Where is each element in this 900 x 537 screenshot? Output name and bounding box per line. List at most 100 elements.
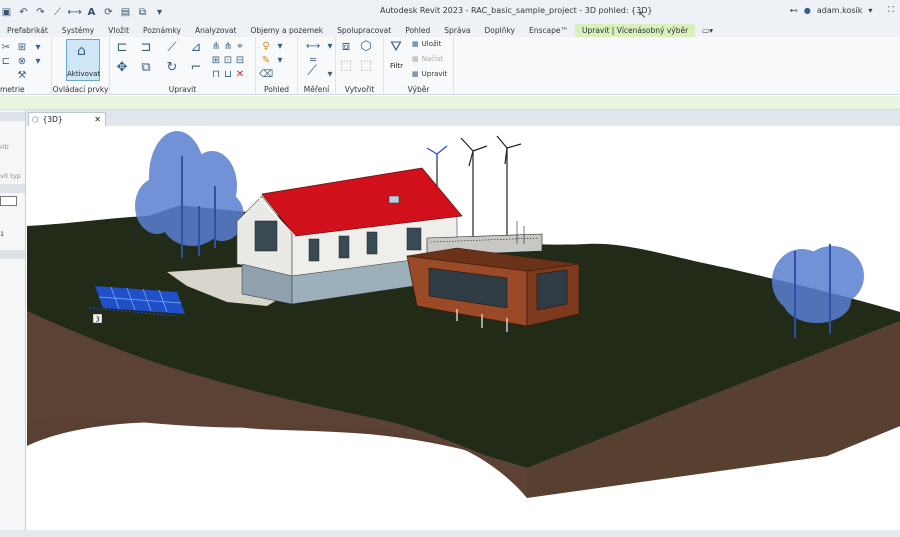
wall-join-icon[interactable]: ⊏	[0, 55, 12, 67]
panel-view: ♀ ▾ ✎ ▾ ⌫ Pohled	[256, 37, 298, 95]
view-tab-3d[interactable]: ⬡ {3D} ✕	[28, 112, 106, 126]
properties-header	[0, 112, 25, 121]
panel-label-measure: Měření	[303, 85, 330, 94]
ribbon-tab[interactable]: Prefabrikát	[0, 24, 55, 37]
pin-icon[interactable]: ⌖	[234, 40, 246, 52]
chevron-down-icon[interactable]: ▾	[274, 54, 286, 66]
ribbon-tab[interactable]: Poznámky	[136, 24, 188, 37]
edit-selection-button[interactable]: ▦ Upravit	[412, 70, 447, 78]
chevron-down-icon[interactable]: ▾	[324, 40, 336, 52]
ribbon-tab[interactable]: Enscape™	[522, 24, 575, 37]
create-parts-icon[interactable]: ⬡	[360, 39, 372, 54]
3d-viewport[interactable]: 3	[27, 126, 900, 530]
edit-selection-label: Upravit	[421, 70, 448, 78]
switch-windows-icon[interactable]: ⧉	[136, 6, 149, 19]
split-gap-icon[interactable]: ⋔	[222, 40, 234, 52]
rotate-icon[interactable]: ↻	[166, 60, 178, 75]
trim-icon[interactable]: ⌐	[190, 60, 202, 75]
view-tab-label: {3D}	[42, 115, 63, 124]
chevron-down-icon[interactable]: ▾	[324, 68, 336, 80]
ribbon-tab[interactable]: Spolupracovat	[330, 24, 398, 37]
user-name[interactable]: adam.kosik	[817, 6, 862, 15]
view-tab-bar: ⬡ {3D} ✕	[0, 110, 900, 126]
save-icon[interactable]: ▣	[0, 6, 13, 19]
quick-access-toolbar: ▣ ↶ ↷ ⟋ ⟷ A ⟳ ▤ ⧉ ▾	[0, 0, 166, 24]
type-selector[interactable]: riti	[0, 143, 25, 151]
user-icon[interactable]: ●	[804, 6, 811, 15]
panel-label-selection: Výběr	[407, 85, 430, 94]
join-icon[interactable]: ⊞	[16, 41, 28, 53]
binoculars-icon[interactable]: ⊷	[790, 6, 798, 15]
model-scene[interactable]: 3	[27, 126, 900, 530]
copy-icon[interactable]: ⧉	[140, 60, 152, 75]
redo-icon[interactable]: ↷	[34, 6, 47, 19]
lightbulb-icon[interactable]: ♀	[260, 40, 272, 52]
move-icon[interactable]: ✥	[116, 60, 128, 75]
create-similar-icon[interactable]: ⬚	[360, 58, 372, 73]
split-icon[interactable]: ⋔	[210, 40, 222, 52]
ribbon-tab[interactable]: Vložit	[101, 24, 136, 37]
property-field[interactable]	[0, 196, 17, 206]
demolish-icon[interactable]: ⚒	[16, 69, 28, 81]
tab-overflow-icon[interactable]: ▭▾	[695, 24, 720, 37]
array-icon[interactable]: ⊞	[210, 54, 222, 66]
activate-controls-button[interactable]: ⌂ Aktivovat	[66, 39, 100, 81]
sync-icon[interactable]: ⟳	[102, 6, 115, 19]
align-icon[interactable]: ⊏	[116, 40, 128, 55]
unpin-icon[interactable]: ⊟	[234, 54, 246, 66]
edit-type-button[interactable]: vit typ	[0, 172, 25, 180]
spot-elevation-icon[interactable]: ⟋	[306, 63, 318, 79]
activate-controls-label: Aktivovat	[67, 70, 101, 78]
ribbon-tab[interactable]: Doplňky	[478, 24, 522, 37]
properties-section-header	[0, 184, 25, 193]
properties-panel: riti vit typ 1	[0, 110, 26, 537]
create-group-icon[interactable]: ⬚	[340, 58, 352, 73]
extend-icon[interactable]: ⊔	[222, 68, 234, 80]
ribbon-tab[interactable]: Analyzovat	[188, 24, 244, 37]
text-icon[interactable]: A	[85, 6, 98, 19]
marker-label: 3	[96, 316, 100, 324]
mirror-icon[interactable]: ⟋	[166, 40, 178, 55]
panel-label-controls: Ovládací prvky	[52, 85, 109, 94]
window-title: Autodesk Revit 2023 - RAC_basic_sample_p…	[380, 6, 653, 15]
ribbon-tab[interactable]: Systémy	[55, 24, 101, 37]
options-bar	[0, 96, 900, 110]
create-assembly-icon[interactable]: ⧈	[340, 39, 352, 54]
save-selection-label: Uložit	[421, 40, 442, 48]
ribbon-tab[interactable]: Pohled	[398, 24, 437, 37]
cut-icon[interactable]: ✂	[0, 41, 12, 53]
chevron-down-icon[interactable]: ▾	[32, 41, 44, 53]
save-selection-button[interactable]: ▦ Uložit	[412, 40, 441, 48]
filter-icon[interactable]: ⛛	[390, 39, 402, 55]
filter-label[interactable]: Filtr	[390, 62, 403, 70]
3d-view-icon: ⬡	[32, 115, 39, 124]
activate-controls-icon: ⌂	[77, 43, 86, 59]
ribbon-tab[interactable]: Upravit | Vícenásobný výběr	[575, 24, 696, 37]
ribbon-tab[interactable]: Objemy a pozemek	[243, 24, 330, 37]
load-selection-button[interactable]: ▦ Načíst	[412, 55, 443, 63]
trim-extend-icon[interactable]: ⊓	[210, 68, 222, 80]
measure-distance-icon[interactable]: ⟷	[302, 40, 324, 52]
eraser-icon[interactable]: ⌫	[259, 68, 273, 80]
chevron-down-icon[interactable]: ▾	[868, 6, 872, 15]
paintbrush-icon[interactable]: ✎	[260, 54, 272, 66]
measure-icon[interactable]: ⟋	[51, 6, 64, 19]
offset-icon[interactable]: ⊐	[140, 40, 152, 55]
view-icon[interactable]: ▤	[119, 6, 132, 19]
dimension-icon[interactable]: ⟷	[67, 6, 81, 19]
chevron-down-icon[interactable]: ▾	[32, 55, 44, 67]
dropdown-icon[interactable]: ▾	[153, 6, 166, 19]
save-selection-icon: ▦	[412, 40, 419, 48]
paint-icon[interactable]: ⊗	[16, 55, 28, 67]
status-bar	[0, 530, 900, 537]
delete-icon[interactable]: ✕	[234, 68, 246, 80]
scale-icon[interactable]: ⊡	[222, 54, 234, 66]
chevron-down-icon[interactable]: ▾	[274, 40, 286, 52]
mirror-draw-icon[interactable]: ⊿	[190, 40, 202, 55]
cart-icon[interactable]: ⛶	[888, 5, 894, 15]
panel-geometry: ✂ ⊞ ▾ ⊏ ⊗ ▾ ⚒ metrie	[0, 37, 52, 95]
ribbon-tab[interactable]: Správa	[437, 24, 477, 37]
close-icon[interactable]: ✕	[94, 115, 101, 124]
panel-label-view: Pohled	[263, 85, 290, 94]
undo-icon[interactable]: ↶	[17, 6, 30, 19]
